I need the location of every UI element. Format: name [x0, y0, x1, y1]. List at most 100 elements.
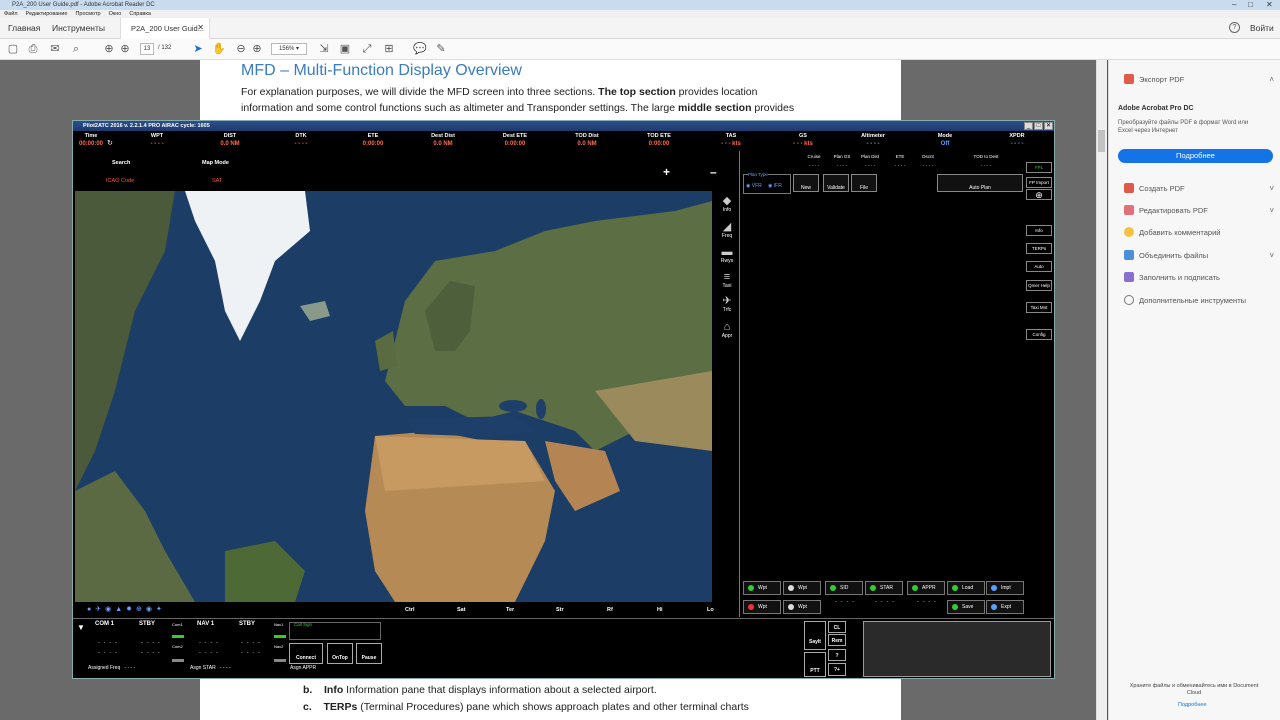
auto-plan-button[interactable]: Auto Plan	[937, 174, 1023, 192]
zoom-out-icon[interactable]: ⊖	[234, 42, 248, 56]
fp-appr-btn-4[interactable]: APPR	[907, 581, 945, 595]
signin-link[interactable]: Войти	[1250, 23, 1274, 33]
scrollbar-thumb[interactable]	[1098, 130, 1105, 152]
map-mode-label[interactable]: Map Mode	[202, 160, 229, 166]
map-layer-hi[interactable]: Hi	[657, 607, 663, 613]
map-layer-ter[interactable]: Ter	[506, 607, 514, 613]
fp-impt-btn-6[interactable]: Impt	[986, 581, 1024, 595]
tab-auto[interactable]: Auto	[1026, 261, 1052, 272]
pause-button[interactable]: Pause	[356, 643, 382, 664]
map-layer-sat[interactable]: Sat	[457, 607, 466, 613]
validate-plan-button[interactable]: Validate	[823, 174, 849, 192]
tab-taxi-mnt[interactable]: Taxi Mnt	[1026, 302, 1052, 313]
radio-tab-icon[interactable]: ⊕	[1026, 189, 1052, 200]
appr-side-button[interactable]: ⌂ Appr	[717, 321, 737, 339]
chevron-up-icon[interactable]: ˄	[1269, 75, 1274, 84]
menu-file[interactable]: Файл	[4, 11, 18, 17]
create-icon[interactable]: ▢	[6, 42, 20, 56]
tab-terps[interactable]: TERPs	[1026, 243, 1052, 254]
fit-page-icon[interactable]: ⇲	[317, 42, 331, 56]
tab-info[interactable]: Info	[1026, 225, 1052, 236]
icao-code-input[interactable]: ICAO Code	[106, 178, 134, 184]
nav1-active-indicator[interactable]	[274, 635, 286, 638]
header-altimeter-value[interactable]: - - - -	[843, 141, 903, 147]
help-plus-button[interactable]: ?+	[828, 663, 846, 676]
menu-help[interactable]: Справка	[129, 11, 151, 17]
export-pdf-item[interactable]: Экспорт PDF ˄	[1124, 74, 1274, 84]
rwys-side-button[interactable]: ▬ Rwys	[717, 246, 737, 264]
menu-view[interactable]: Просмотр	[75, 11, 100, 17]
help-icon[interactable]: ?	[1229, 22, 1240, 33]
map-mode-value[interactable]: SAT	[212, 178, 222, 184]
com2-stby-freq[interactable]: - - - -	[141, 650, 161, 656]
fullscreen-icon[interactable]: ⤢	[360, 42, 374, 56]
chevron-down-icon[interactable]: ˅	[1269, 251, 1274, 260]
help-question-button[interactable]: ?	[828, 649, 846, 661]
panel-toggle-icon[interactable]: ▼	[77, 623, 85, 632]
nav2-freq[interactable]: - - - -	[199, 650, 219, 656]
cloud-footer-link[interactable]: Подробнее	[1178, 702, 1207, 708]
print-icon[interactable]: ⎙	[26, 42, 40, 56]
zoom-in-icon[interactable]: ⊕	[250, 42, 264, 56]
com2-freq[interactable]: - - - -	[98, 650, 118, 656]
app-close-button[interactable]: ✕	[1044, 122, 1053, 130]
com2-indicator[interactable]	[172, 659, 184, 662]
sayit-button[interactable]: SayIt	[804, 621, 826, 650]
taxi-side-button[interactable]: ≡ Taxi	[717, 271, 737, 289]
header-mode-value[interactable]: Off	[915, 141, 975, 147]
minimize-button[interactable]: –	[1232, 0, 1236, 9]
app-minimize-button[interactable]: _	[1024, 122, 1033, 130]
next-page-icon[interactable]: ⊕	[118, 42, 132, 56]
map-layer-str[interactable]: Str	[556, 607, 564, 613]
fp-sid-btn-2[interactable]: SID	[825, 581, 863, 595]
zoom-select[interactable]: 156% ▾	[271, 43, 307, 55]
zoom-in-map-icon[interactable]: +	[663, 165, 670, 179]
fp-star-btn-3[interactable]: STAR	[865, 581, 903, 595]
chevron-down-icon[interactable]: ˅	[1269, 206, 1274, 215]
tab-qmer-help[interactable]: Qmer Help	[1026, 280, 1052, 291]
chevron-down-icon[interactable]: ˅	[1269, 184, 1274, 193]
promo-more-button[interactable]: Подробнее	[1118, 149, 1273, 163]
email-icon[interactable]: ✉	[48, 42, 62, 56]
close-tab-icon[interactable]: ✕	[197, 23, 204, 32]
fp-wpt-btn2-1[interactable]: Wpt	[783, 600, 821, 614]
fp-wpt-btn2-0[interactable]: Wpt	[743, 600, 781, 614]
ifr-radio[interactable]: ◉ IFR	[768, 183, 782, 189]
nav2-indicator[interactable]	[274, 659, 286, 662]
tab-fpl[interactable]: FPL	[1026, 162, 1052, 173]
create-pdf-item[interactable]: Создать PDF ˅	[1124, 183, 1274, 193]
edit-pdf-item[interactable]: Редактировать PDF ˅	[1124, 205, 1274, 215]
header-xpdr-value[interactable]: - - - -	[987, 141, 1047, 147]
cl-button[interactable]: CL	[828, 621, 846, 633]
nav1-freq[interactable]: - - - -	[199, 640, 219, 646]
tab-home[interactable]: Главная	[8, 23, 40, 33]
vertical-scrollbar[interactable]	[1096, 60, 1107, 720]
new-plan-button[interactable]: New	[793, 174, 819, 192]
tab-document[interactable]: P2A_200 User Guid... ✕	[120, 18, 210, 39]
pen-icon[interactable]: ✎	[434, 42, 448, 56]
info-side-button[interactable]: ◆ Info	[717, 195, 737, 213]
read-mode-icon[interactable]: ⊞	[382, 42, 396, 56]
hand-tool-icon[interactable]: ✋	[212, 42, 226, 56]
tab-fp-import[interactable]: FP Import	[1026, 177, 1052, 188]
close-window-button[interactable]: ✕	[1266, 0, 1273, 9]
com1-freq[interactable]: - - - -	[98, 640, 118, 646]
fp-save-btn2-5[interactable]: Save	[947, 600, 985, 614]
map-layer-ctrl[interactable]: Ctrl	[405, 607, 414, 613]
more-tools-item[interactable]: Дополнительные инструменты	[1124, 295, 1274, 305]
prev-page-icon[interactable]: ⊕	[102, 42, 116, 56]
add-comment-item[interactable]: Добавить комментарий	[1124, 227, 1274, 237]
com1-active-indicator[interactable]	[172, 635, 184, 638]
zoom-out-map-icon[interactable]: –	[710, 165, 717, 179]
vfr-radio[interactable]: ◉ VFR	[746, 183, 762, 189]
satellite-map[interactable]	[75, 191, 712, 602]
scroll-mode-icon[interactable]: ▣	[338, 42, 352, 56]
nav2-stby-freq[interactable]: - - - -	[241, 650, 261, 656]
file-plan-button[interactable]: File	[851, 174, 877, 192]
freq-side-button[interactable]: ◢ Freq	[717, 221, 737, 239]
tab-config[interactable]: Config	[1026, 329, 1052, 340]
combine-files-item[interactable]: Объединить файлы ˅	[1124, 250, 1274, 260]
fp-expt-btn2-6[interactable]: Expt	[986, 600, 1024, 614]
ptt-button[interactable]: PTT	[804, 652, 826, 677]
nav1-stby-freq[interactable]: - - - -	[241, 640, 261, 646]
